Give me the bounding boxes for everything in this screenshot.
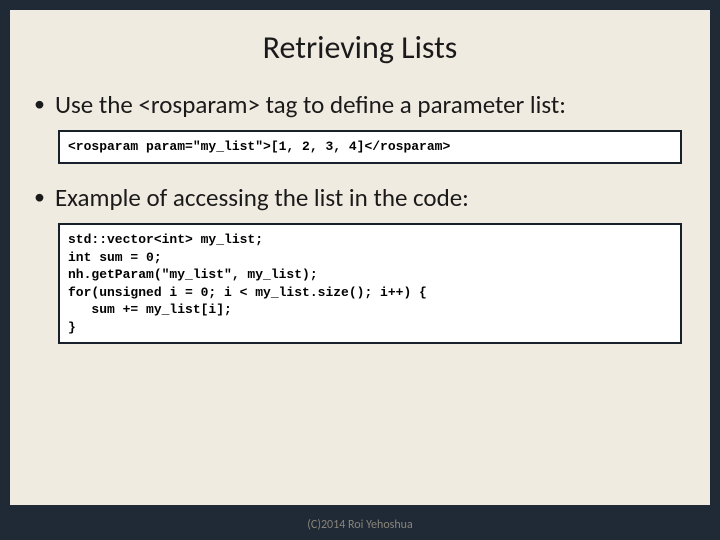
- slide: Retrieving Lists • Use the <rosparam> ta…: [10, 10, 710, 505]
- bullet-dot-icon: •: [34, 89, 45, 119]
- code-block-cpp: std::vector<int> my_list; int sum = 0; n…: [58, 223, 682, 344]
- bullet-item: • Use the <rosparam> tag to define a par…: [38, 89, 682, 120]
- footer-copyright: (C)2014 Roi Yehoshua: [0, 518, 720, 532]
- code-block-rosparam: <rosparam param="my_list">[1, 2, 3, 4]</…: [58, 130, 682, 164]
- page-title: Retrieving Lists: [38, 28, 682, 67]
- bullet-item: • Example of accessing the list in the c…: [38, 182, 682, 213]
- bullet-text: Use the <rosparam> tag to define a param…: [55, 89, 566, 120]
- bullet-text: Example of accessing the list in the cod…: [55, 182, 469, 213]
- bullet-dot-icon: •: [34, 182, 45, 212]
